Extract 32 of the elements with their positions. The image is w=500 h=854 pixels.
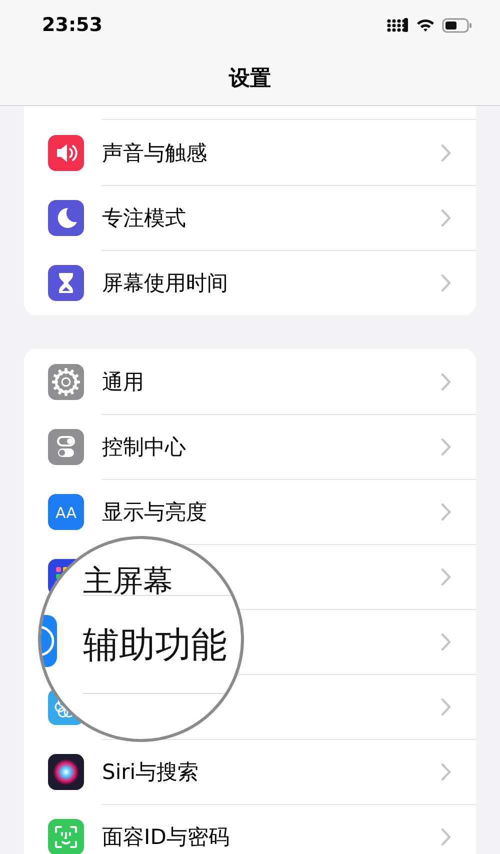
chevron-icon [441, 438, 451, 456]
settings-row[interactable]: 通用 [24, 349, 476, 414]
signal-icon [387, 18, 409, 32]
toggles-icon [48, 428, 84, 464]
chevron-icon [441, 698, 451, 716]
chevron-icon [441, 502, 451, 520]
magnified-label: 辅助功能 [83, 624, 227, 668]
settings-row[interactable]: 面容ID与密码 [24, 804, 476, 854]
settings-row[interactable]: 控制中心 [24, 414, 476, 479]
settings-row[interactable]: 声音与触感 [24, 120, 476, 185]
chevron-icon [441, 762, 451, 780]
chevron-icon [441, 144, 451, 162]
page-title: 设置 [229, 64, 271, 92]
orb-icon [48, 754, 84, 790]
moon-icon [48, 200, 84, 236]
speaker-icon [48, 134, 84, 170]
settings-row[interactable]: 屏幕使用时间 [24, 250, 476, 315]
hourglass-icon [48, 264, 84, 300]
chevron-icon [441, 568, 451, 586]
settings-row[interactable]: Siri与搜索 [24, 739, 476, 804]
chevron-icon [441, 372, 451, 390]
settings-icon [48, 364, 84, 400]
chevron-icon [441, 208, 451, 226]
magnified-label: 主屏幕 [83, 563, 173, 601]
chevron-icon [441, 632, 451, 650]
chevron-icon [441, 274, 451, 292]
chevron-icon [441, 828, 451, 846]
settings-row[interactable]: 专注模式 [24, 185, 476, 250]
status-time: 23:53 [42, 14, 102, 36]
text-size-icon: AA [48, 494, 84, 530]
battery-icon [442, 18, 472, 32]
wifi-icon [416, 18, 435, 32]
